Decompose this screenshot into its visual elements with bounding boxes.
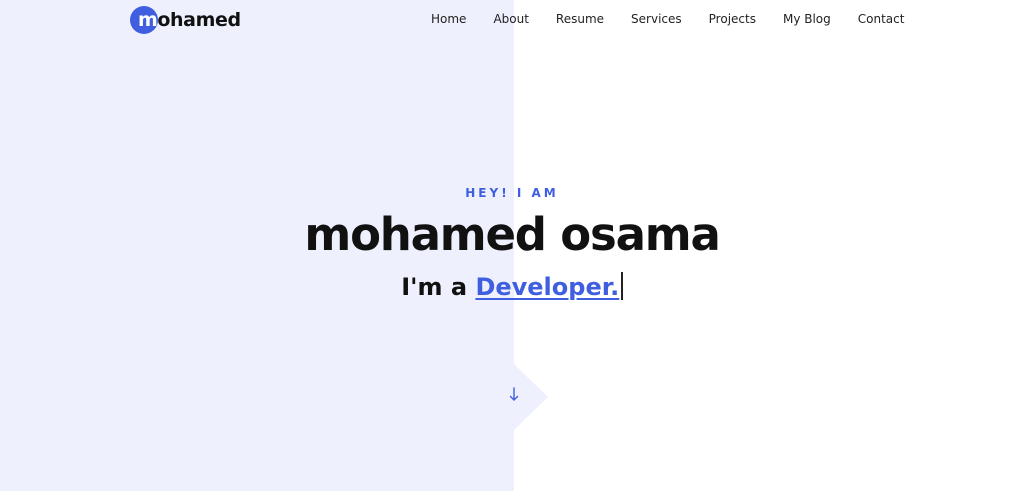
logo-text: mohamed: [138, 8, 241, 32]
nav-item-resume[interactable]: Resume: [556, 12, 604, 26]
nav-item-about[interactable]: About: [493, 12, 528, 26]
hero-role-text: Developer.: [475, 273, 620, 301]
logo-first-letter: m: [138, 9, 158, 31]
nav-item-my-blog[interactable]: My Blog: [783, 12, 831, 26]
site-header: mohamed Home About Resume Services Proje…: [0, 0, 1024, 40]
scroll-down-button[interactable]: [480, 364, 548, 430]
nav-item-contact[interactable]: Contact: [858, 12, 905, 26]
typing-cursor: [621, 272, 623, 300]
nav-item-projects[interactable]: Projects: [709, 12, 756, 26]
logo[interactable]: mohamed: [130, 6, 241, 34]
hero-subtitle: I'm a Developer.: [0, 270, 1024, 304]
nav-item-services[interactable]: Services: [631, 12, 682, 26]
hero-eyebrow: HEY! I AM: [465, 186, 559, 200]
main-nav: Home About Resume Services Projects My B…: [431, 12, 904, 26]
logo-rest: ohamed: [157, 9, 241, 31]
scroll-down-shape: [480, 364, 548, 430]
hero-title: mohamed osama: [304, 208, 720, 261]
hero-intro-prefix: I'm a: [401, 273, 468, 301]
nav-item-home[interactable]: Home: [431, 12, 466, 26]
